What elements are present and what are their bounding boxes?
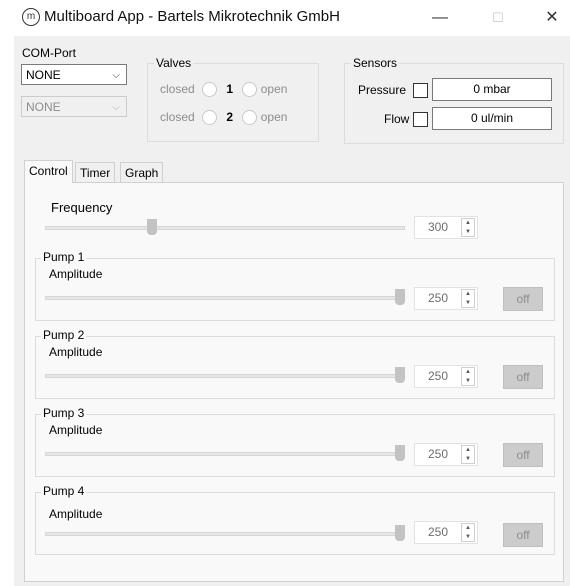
spin-up-icon[interactable]: ▲ <box>462 368 474 377</box>
valve-2-open-radio[interactable] <box>242 110 258 126</box>
valve-2-closed-label: closed <box>160 110 195 124</box>
pump-2-amplitude-label: Amplitude <box>49 345 103 359</box>
pump-2-amplitude-value: 250 <box>427 369 449 383</box>
com-port-2-value: NONE <box>26 100 61 114</box>
pump-2-label: Pump 2 <box>41 328 87 342</box>
spin-down-icon[interactable]: ▼ <box>462 455 474 464</box>
valves-group: Valves <box>147 56 319 142</box>
spin-down-icon[interactable]: ▼ <box>462 533 474 542</box>
valves-label: Valves <box>156 56 192 70</box>
pump-3-amplitude-label: Amplitude <box>49 423 103 437</box>
pump-3-slider-track[interactable] <box>45 452 405 456</box>
pressure-checkbox[interactable] <box>413 83 428 98</box>
chevron-down-icon: ⌵ <box>112 102 120 113</box>
spin-up-icon[interactable]: ▲ <box>462 290 474 299</box>
pump-2-slider-track[interactable] <box>45 374 405 378</box>
control-panel: Frequency 300 ▲ ▼ Pump 1 Amplitude 250 ▲… <box>24 182 564 582</box>
main-window: COM-Port NONE ⌵ NONE ⌵ Valves closed 1 o… <box>14 36 570 586</box>
pump-1-label: Pump 1 <box>41 250 87 264</box>
sensors-label: Sensors <box>353 56 398 70</box>
pump-4-slider-thumb[interactable] <box>395 525 405 541</box>
spin-up-icon[interactable]: ▲ <box>462 446 474 455</box>
pump-1-spinner[interactable]: ▲ ▼ <box>461 289 475 308</box>
pump-3-amplitude-input[interactable]: 250 ▲ ▼ <box>414 443 478 466</box>
title-bar: m Multiboard App - Bartels Mikrotechnik … <box>0 0 570 36</box>
pump-1-amplitude-value: 250 <box>427 291 449 305</box>
pump-4-slider-track[interactable] <box>45 532 405 536</box>
close-button[interactable]: ✕ <box>534 4 570 32</box>
pump-1-slider-thumb[interactable] <box>395 289 405 305</box>
pump-4-spinner[interactable]: ▲ ▼ <box>461 523 475 542</box>
spin-down-icon[interactable]: ▼ <box>462 299 474 308</box>
pump-2-amplitude-input[interactable]: 250 ▲ ▼ <box>414 365 478 388</box>
spin-up-icon[interactable]: ▲ <box>462 524 474 533</box>
pump-2-slider-thumb[interactable] <box>395 367 405 383</box>
flow-value: 0 ul/min <box>432 107 552 130</box>
flow-checkbox[interactable] <box>413 112 428 127</box>
minimize-button[interactable]: — <box>418 4 462 32</box>
pressure-label: Pressure <box>358 83 407 97</box>
app-icon: m <box>22 8 40 26</box>
valve-1-row: closed 1 open <box>160 82 320 98</box>
valve-2-open-label: open <box>260 110 288 124</box>
pump-1-amplitude-input[interactable]: 250 ▲ ▼ <box>414 287 478 310</box>
chevron-down-icon: ⌵ <box>112 70 120 81</box>
pump-4-off-button[interactable]: off <box>503 523 543 547</box>
pump-1-off-button[interactable]: off <box>503 287 543 311</box>
frequency-spinner[interactable]: ▲ ▼ <box>461 218 475 237</box>
valve-1-closed-radio[interactable] <box>202 82 218 98</box>
tab-graph[interactable]: Graph <box>120 162 164 182</box>
valve-1-open-label: open <box>260 82 288 96</box>
spin-down-icon[interactable]: ▼ <box>462 228 474 237</box>
pump-4-amplitude-value: 250 <box>427 525 449 539</box>
com-port-select[interactable]: NONE ⌵ <box>21 64 127 85</box>
spin-up-icon[interactable]: ▲ <box>462 219 474 228</box>
pump-4-label: Pump 4 <box>41 484 87 498</box>
frequency-value: 300 <box>427 220 449 234</box>
valve-1-number: 1 <box>226 82 234 96</box>
pump-3-amplitude-value: 250 <box>427 447 449 461</box>
com-port-value: NONE <box>26 68 61 82</box>
frequency-input[interactable]: 300 ▲ ▼ <box>414 216 478 239</box>
tab-timer[interactable]: Timer <box>75 162 116 182</box>
valve-2-row: closed 2 open <box>160 110 320 126</box>
frequency-slider-thumb[interactable] <box>146 219 157 235</box>
com-port-2-select[interactable]: NONE ⌵ <box>21 96 127 117</box>
flow-label: Flow <box>384 112 410 126</box>
valve-1-closed-label: closed <box>160 82 195 96</box>
pump-3-slider-thumb[interactable] <box>395 445 405 461</box>
pump-3-label: Pump 3 <box>41 406 87 420</box>
valve-2-closed-radio[interactable] <box>202 110 218 126</box>
window-title: Multiboard App - Bartels Mikrotechnik Gm… <box>44 8 340 25</box>
pump-1-amplitude-label: Amplitude <box>49 267 103 281</box>
pump-3-off-button[interactable]: off <box>503 443 543 467</box>
pump-2-spinner[interactable]: ▲ ▼ <box>461 367 475 386</box>
valve-2-number: 2 <box>226 110 234 124</box>
spin-down-icon[interactable]: ▼ <box>462 377 474 386</box>
pump-1-slider-track[interactable] <box>45 296 405 300</box>
pump-2-off-button[interactable]: off <box>503 365 543 389</box>
pump-3-spinner[interactable]: ▲ ▼ <box>461 445 475 464</box>
pump-4-amplitude-input[interactable]: 250 ▲ ▼ <box>414 521 478 544</box>
com-port-label: COM-Port <box>22 46 76 60</box>
frequency-slider-track[interactable] <box>45 226 405 230</box>
pressure-value: 0 mbar <box>432 78 552 101</box>
valve-1-open-radio[interactable] <box>242 82 258 98</box>
tab-control[interactable]: Control <box>24 160 73 183</box>
frequency-label: Frequency <box>51 200 113 215</box>
pump-4-amplitude-label: Amplitude <box>49 507 103 521</box>
maximize-button[interactable]: ☐ <box>476 4 520 32</box>
